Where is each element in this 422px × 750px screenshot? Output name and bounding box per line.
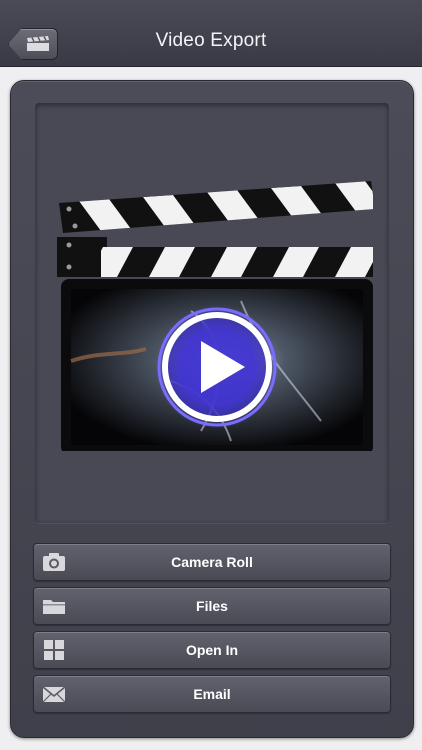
email-label: Email: [193, 686, 231, 702]
open-in-button[interactable]: Open In: [33, 631, 391, 669]
export-panel: Camera Roll Files Open In Email: [10, 80, 414, 738]
files-label: Files: [196, 598, 228, 614]
video-play-icon: [57, 181, 373, 451]
files-button[interactable]: Files: [33, 587, 391, 625]
open-in-label: Open In: [185, 642, 239, 658]
camera-roll-label: Camera Roll: [171, 554, 253, 570]
navigation-bar: Video Export: [0, 0, 422, 67]
video-preview[interactable]: [35, 103, 389, 523]
camera-roll-button[interactable]: Camera Roll: [33, 543, 391, 581]
email-button[interactable]: Email: [33, 675, 391, 713]
page-title: Video Export: [155, 30, 267, 51]
